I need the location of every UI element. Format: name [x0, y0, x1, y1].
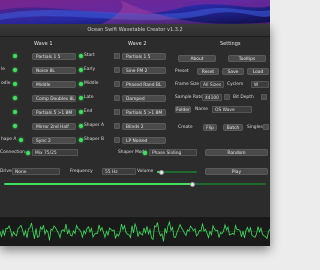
frame-size-label: Frame Size [175, 82, 200, 87]
tooltips-button[interactable]: Tooltips [228, 55, 266, 62]
wave1-row-indicator [13, 96, 17, 100]
position-slider-knob[interactable] [190, 181, 196, 187]
wave1-row-left-label: le [1, 67, 5, 72]
wave2-button-1[interactable]: Partials 1 5 [122, 53, 166, 60]
mid-toggle-start[interactable] [114, 53, 120, 59]
mid-toggle-shaper-a[interactable] [114, 123, 120, 129]
mid-indicator [79, 68, 83, 72]
singles-label: Singles [247, 125, 263, 130]
mid-toggle-shaper-b[interactable] [114, 137, 120, 143]
window-title: Ocean Swift Wavetable Creator v1.3.2 [87, 27, 183, 33]
save-button[interactable]: Save [222, 68, 244, 75]
create-label: Create [178, 125, 193, 130]
mid-label-start: Start [84, 53, 95, 58]
mid-indicator [79, 82, 83, 86]
cyclem-label: Cyclem [227, 82, 244, 87]
batch-button[interactable]: Batch [223, 124, 243, 131]
frame-size-select[interactable]: All Sizes [200, 81, 224, 88]
mid-label-shaper-b: Shaper B [84, 137, 104, 142]
mid-toggle-late[interactable] [114, 95, 120, 101]
connection-indicator [26, 151, 30, 155]
load-button[interactable]: Load [247, 68, 269, 75]
wave2-header: Wave 2 [128, 41, 147, 47]
mid-label-middle: Middle [84, 81, 99, 86]
mid-indicator [79, 96, 83, 100]
wave1-button-1[interactable]: Partials 1 5 [32, 53, 76, 60]
wave1-button-7[interactable]: Sync 2 [32, 137, 76, 144]
waveform-display [0, 217, 270, 246]
settings-header: Settings [220, 41, 241, 47]
wave1-header: Wave 1 [34, 41, 53, 47]
wave2-button-6[interactable]: Blinds 2 [122, 123, 166, 130]
connection-label: Connection [0, 150, 25, 155]
name-input[interactable]: OS Wave [212, 106, 252, 113]
waveform-plot [0, 220, 270, 242]
wave1-button-4[interactable]: Comp Doubles 8L [32, 95, 76, 102]
sample-rate-toggle[interactable] [224, 94, 230, 100]
mid-label-early: Early [84, 67, 96, 72]
sample-rate-label: Sample Rate [175, 95, 203, 100]
wave1-button-5[interactable]: Partials 5 >1 8M [32, 109, 76, 116]
preset-label: Preset [175, 69, 189, 74]
wave1-row-indicator [13, 68, 17, 72]
mid-indicator [79, 54, 83, 58]
wave1-row-indicator [13, 54, 17, 58]
wave2-button-4[interactable]: Damped [122, 95, 166, 102]
connection-select[interactable]: Mix 75/25 [32, 149, 78, 156]
wave1-row-left-label: hape A [1, 137, 17, 142]
mid-toggle-middle[interactable] [114, 81, 120, 87]
app-window: Ocean Swift Wavetable Creator v1.3.2 Wav… [0, 24, 270, 246]
mid-label-shaper-a: Shaper A [84, 123, 104, 128]
mid-indicator [79, 138, 83, 142]
wave1-row-left-label: odle [1, 81, 11, 86]
wave1-row-indicator [13, 110, 17, 114]
flip-button[interactable]: Flip [203, 124, 217, 131]
reset-button[interactable]: Reset [197, 68, 219, 75]
shaper-mode-select[interactable]: Phase Sliding [149, 149, 197, 156]
folder-button[interactable]: Folder [175, 106, 191, 113]
name-label: Name [195, 107, 208, 112]
mid-label-end: End [84, 109, 93, 114]
wave2-button-5[interactable]: Partials 5 >1 8M [122, 109, 166, 116]
frequency-select[interactable]: 55 Hz [102, 168, 136, 175]
play-button[interactable]: Play [205, 168, 268, 175]
sample-rate-select[interactable]: 44100 [202, 94, 222, 101]
random-button[interactable]: Random [205, 149, 268, 156]
about-button[interactable]: About [178, 55, 216, 62]
wave1-button-3[interactable]: Middle [32, 81, 76, 88]
mid-label-late: Late [84, 95, 94, 100]
singles-toggle[interactable] [263, 124, 269, 130]
position-slider-fill [4, 183, 193, 185]
mid-toggle-end[interactable] [114, 109, 120, 115]
wave2-button-3[interactable]: Phased Rand BL [122, 81, 166, 88]
bit-depth-label: Bit Depth [233, 95, 254, 100]
driver-select[interactable]: None [12, 168, 60, 175]
wave1-row-indicator [19, 138, 23, 142]
wave1-row-indicator [13, 82, 17, 86]
wave1-button-6[interactable]: Mirror 2nd Half [32, 123, 76, 130]
cyclem-select[interactable]: W [251, 81, 269, 88]
mid-indicator [79, 110, 83, 114]
wave1-button-2[interactable]: Noise 8L [32, 67, 76, 74]
bit-depth-toggle[interactable] [261, 94, 267, 100]
shaper-mode-indicator [143, 151, 147, 155]
frequency-label: Frequency [70, 169, 93, 174]
mid-toggle-early[interactable] [114, 67, 120, 73]
volume-slider-knob[interactable] [158, 169, 164, 175]
wave1-row-indicator [13, 124, 17, 128]
volume-label: Volume [137, 169, 154, 174]
wave2-button-7[interactable]: LP Noised [122, 137, 166, 144]
wave2-button-2[interactable]: Sine FM 2 [122, 67, 166, 74]
mid-indicator [79, 124, 83, 128]
